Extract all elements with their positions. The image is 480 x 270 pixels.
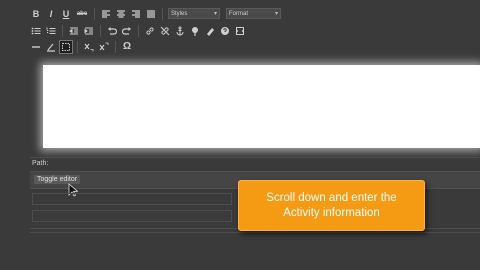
callout-line-1: Scroll down and enter the xyxy=(266,191,397,204)
format-select[interactable]: Format ▾ xyxy=(226,8,281,19)
align-justify-icon xyxy=(147,9,155,18)
link-button[interactable] xyxy=(144,25,156,37)
chevron-down-icon: ▾ xyxy=(213,11,217,17)
special-character-button[interactable]: Ω xyxy=(121,41,133,53)
align-justify-button[interactable] xyxy=(145,8,157,20)
html-source-icon xyxy=(236,26,244,35)
toolbar-divider xyxy=(162,7,163,20)
section-divider xyxy=(30,232,480,233)
styles-select[interactable]: Styles ▾ xyxy=(168,8,220,19)
redo-icon xyxy=(122,26,131,35)
outdent-button[interactable] xyxy=(68,25,80,37)
align-left-icon xyxy=(102,9,110,18)
indent-button[interactable] xyxy=(83,25,95,37)
superscript-icon xyxy=(99,42,109,50)
visual-aid-button[interactable] xyxy=(59,39,73,54)
help-button[interactable] xyxy=(219,25,231,37)
align-left-button[interactable] xyxy=(100,8,112,20)
unlink-button[interactable] xyxy=(159,25,171,37)
remove-format-icon xyxy=(47,43,55,52)
visual-aid-icon xyxy=(62,42,70,51)
italic-button[interactable]: I xyxy=(45,8,57,20)
outdent-icon xyxy=(69,27,78,34)
cleanup-button[interactable] xyxy=(204,25,216,37)
undo-button[interactable] xyxy=(106,25,118,37)
bullet-list-icon xyxy=(31,27,41,34)
anchor-button[interactable] xyxy=(174,25,186,37)
strikethrough-button[interactable]: abc xyxy=(75,8,89,20)
anchor-icon xyxy=(176,26,184,35)
superscript-button[interactable] xyxy=(98,41,110,53)
editor-toolbar-row-1: B I U abc Styles ▾ Format ▾ xyxy=(30,6,480,21)
tree-image-icon xyxy=(192,26,198,36)
activity-field-1[interactable] xyxy=(32,193,232,205)
toolbar-divider xyxy=(115,40,116,53)
toolbar-divider xyxy=(138,24,139,37)
numbered-list-button[interactable] xyxy=(45,25,57,37)
align-center-icon xyxy=(117,9,125,18)
image-button[interactable] xyxy=(189,25,201,37)
toolbar-divider xyxy=(94,7,95,20)
horizontal-rule-button[interactable] xyxy=(30,41,42,53)
numbered-list-icon xyxy=(46,27,56,34)
bold-button[interactable]: B xyxy=(30,8,42,20)
eraser-icon xyxy=(207,27,214,36)
indent-icon xyxy=(84,27,93,34)
activity-field-2[interactable] xyxy=(32,210,232,222)
editor-content-area[interactable] xyxy=(43,65,480,148)
editor-toolbar-row-3: Ω xyxy=(30,39,480,54)
subscript-button[interactable] xyxy=(83,41,95,53)
link-icon xyxy=(146,26,154,35)
format-select-value: Format xyxy=(229,10,249,17)
callout-line-2: Activity information xyxy=(283,206,380,219)
editor-toolbar-row-2 xyxy=(30,23,480,38)
path-label: Path: xyxy=(32,160,49,167)
toolbar-divider xyxy=(100,24,101,37)
subscript-icon xyxy=(84,43,94,51)
toolbar-divider xyxy=(77,40,78,53)
align-right-button[interactable] xyxy=(130,8,142,20)
undo-icon xyxy=(108,26,117,35)
bullet-list-button[interactable] xyxy=(30,25,42,37)
horizontal-rule-icon xyxy=(32,45,40,48)
omega-icon: Ω xyxy=(122,41,132,52)
toolbar-divider xyxy=(62,24,63,37)
instruction-callout: Scroll down and enter the Activity infor… xyxy=(238,180,425,231)
remove-format-button[interactable] xyxy=(45,41,57,53)
source-code-button[interactable] xyxy=(234,25,246,37)
styles-select-value: Styles xyxy=(171,10,188,17)
help-icon xyxy=(221,26,229,35)
chevron-down-icon: ▾ xyxy=(274,11,278,17)
redo-button[interactable] xyxy=(121,25,133,37)
underline-button[interactable]: U xyxy=(60,8,72,20)
align-center-button[interactable] xyxy=(115,8,127,20)
unlink-icon xyxy=(160,26,170,35)
editor-path-bar: Path: xyxy=(30,157,480,172)
align-right-icon xyxy=(132,9,140,18)
